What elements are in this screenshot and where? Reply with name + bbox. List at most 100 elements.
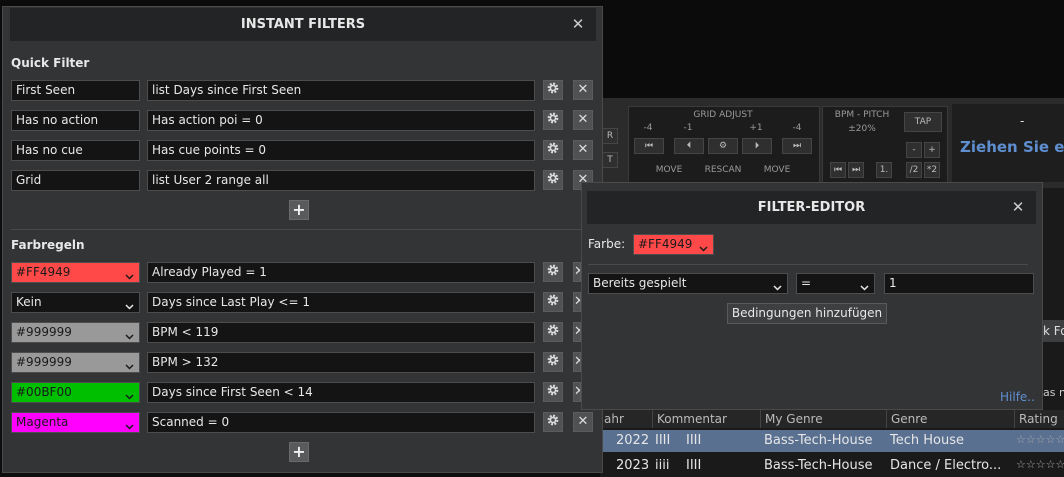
quick-filter-settings-button[interactable] — [543, 80, 563, 100]
half-bpm-button[interactable]: /2 — [906, 162, 922, 178]
move-button[interactable]: MOVE — [648, 165, 690, 175]
one-button[interactable]: 1. — [876, 162, 892, 178]
quick-filter-expression-input[interactable]: list User 2 range all — [147, 170, 535, 191]
color-rule-color-select[interactable]: #999999 — [11, 352, 140, 373]
rating-cell[interactable]: ☆☆☆☆☆ — [1016, 433, 1064, 446]
pitch-minus-button[interactable]: - — [906, 142, 922, 158]
value-input[interactable]: 1 — [884, 273, 1034, 294]
gear-icon — [546, 354, 560, 371]
close-icon: ✕ — [577, 112, 589, 127]
move-button[interactable]: MOVE — [756, 165, 798, 175]
filter-editor-titlebar[interactable]: FILTER-EDITOR ✕ — [587, 191, 1036, 224]
color-rule-color-value: #999999 — [16, 355, 72, 369]
column-year[interactable]: ahr — [600, 410, 652, 428]
close-icon: ✕ — [577, 414, 589, 429]
quick-filter-settings-button[interactable] — [543, 170, 563, 190]
color-rule-delete-button[interactable]: ✕ — [573, 352, 581, 372]
close-icon[interactable]: ✕ — [568, 8, 588, 41]
pitch-plus-button[interactable]: + — [924, 142, 940, 158]
color-rule-delete-button[interactable]: ✕ — [573, 262, 581, 282]
quick-filter-delete-button[interactable]: ✕ — [573, 80, 593, 100]
genre-cell: Dance / Electro... — [890, 458, 1002, 473]
color-rule-expression-input[interactable]: BPM < 119 — [147, 322, 535, 343]
color-rule-expression-input[interactable]: Days since First Seen < 14 — [147, 382, 535, 403]
chevron-down-icon — [773, 280, 782, 299]
color-rule-color-select[interactable]: Kein — [11, 292, 140, 313]
close-icon: ✕ — [574, 354, 580, 369]
color-rule-color-select[interactable]: #999999 — [11, 322, 140, 343]
grid-shift-left-button[interactable]: ⏴ — [674, 138, 704, 154]
color-rule-expression-input[interactable]: Already Played = 1 — [147, 262, 535, 283]
color-rule-settings-button[interactable] — [543, 262, 563, 282]
year-cell: 2023 — [616, 458, 650, 473]
color-rule-settings-button[interactable] — [543, 322, 563, 342]
color-rule-delete-button[interactable]: ✕ — [573, 292, 581, 312]
gear-icon — [546, 172, 560, 189]
color-rule-delete-button[interactable]: ✕ — [573, 322, 581, 342]
quick-filter-settings-button[interactable] — [543, 110, 563, 130]
chevron-down-icon — [125, 299, 134, 318]
color-rule-settings-button[interactable] — [543, 412, 563, 432]
quick-filter-name-input[interactable]: Grid — [11, 170, 140, 191]
quick-filter-name-input[interactable]: First Seen — [11, 80, 140, 101]
partial-tab[interactable]: k Fo — [1043, 320, 1064, 342]
quick-filter-settings-button[interactable] — [543, 140, 563, 160]
color-rule-color-select[interactable]: Magenta — [11, 412, 140, 433]
rescan-button[interactable]: RESCAN — [700, 165, 746, 175]
color-rule-settings-button[interactable] — [543, 382, 563, 402]
color-rule-expression-input[interactable]: Days since Last Play <= 1 — [147, 292, 535, 313]
column-genre[interactable]: Genre — [886, 410, 1015, 428]
add-color-rule-button[interactable]: + — [289, 442, 309, 462]
quick-filter-expression-input[interactable]: Has action poi = 0 — [147, 110, 535, 131]
grid-shift-right-button[interactable]: ⏵ — [742, 138, 772, 154]
color-rule-settings-button[interactable] — [543, 292, 563, 312]
quick-filter-delete-button[interactable]: ✕ — [573, 140, 593, 160]
dialog-title: INSTANT FILTERS — [240, 17, 366, 32]
gear-icon — [546, 324, 560, 341]
side-button[interactable]: R — [602, 128, 618, 144]
grid-value: -4 — [792, 123, 802, 133]
operator-select[interactable]: = — [796, 273, 875, 294]
close-icon: ✕ — [574, 384, 580, 399]
add-condition-button[interactable]: Bedingungen hinzufügen — [727, 303, 887, 324]
color-rule-color-value: #FF4949 — [16, 265, 71, 279]
double-bpm-button[interactable]: *2 — [924, 162, 940, 178]
color-rule-color-select[interactable]: #FF4949 — [11, 262, 140, 283]
chevron-down-icon — [125, 419, 134, 438]
color-rule-expression-input[interactable]: Scanned = 0 — [147, 412, 535, 433]
grid-shift-right-fast-button[interactable]: ⏭ — [782, 138, 812, 154]
color-rule-delete-button[interactable]: ✕ — [573, 382, 581, 402]
color-rule-delete-button[interactable]: ✕ — [573, 412, 593, 432]
color-rule-color-select[interactable]: #00BF00 — [11, 382, 140, 403]
gear-icon — [546, 384, 560, 401]
skip-back-icon[interactable]: ⏮ — [830, 162, 846, 178]
column-rating[interactable]: Rating — [1014, 410, 1064, 428]
color-rule-color-value: #00BF00 — [16, 385, 72, 399]
tap-button[interactable]: TAP — [904, 112, 942, 132]
side-button[interactable]: T — [602, 152, 618, 168]
close-icon[interactable]: ✕ — [1008, 191, 1028, 224]
field-select[interactable]: Bereits gespielt — [588, 273, 788, 294]
year-cell: 2022 — [616, 433, 650, 448]
quick-filter-delete-button[interactable]: ✕ — [573, 110, 593, 130]
add-quick-filter-button[interactable]: + — [289, 200, 309, 220]
instant-filters-titlebar[interactable]: INSTANT FILTERS ✕ — [10, 8, 596, 41]
quick-filter-name-input[interactable]: Has no cue — [11, 140, 140, 161]
skip-forward-icon[interactable]: ⏭ — [848, 162, 864, 178]
color-select[interactable]: #FF4949 — [633, 234, 714, 255]
help-link[interactable]: Hilfe.. — [1000, 390, 1035, 404]
quick-filter-name-input[interactable]: Has no action — [11, 110, 140, 131]
field-value: Bereits gespielt — [593, 276, 687, 290]
column-my-genre[interactable]: My Genre — [760, 410, 887, 428]
grid-settings-button[interactable]: ⚙ — [708, 138, 738, 154]
color-rule-color-value: Magenta — [16, 415, 69, 429]
column-comment[interactable]: Kommentar — [652, 410, 761, 428]
rating-cell[interactable]: ☆☆☆☆☆ — [1016, 458, 1064, 471]
quick-filter-expression-input[interactable]: list Days since First Seen — [147, 80, 535, 101]
pitch-range[interactable]: ±20% — [830, 124, 894, 134]
color-rule-settings-button[interactable] — [543, 352, 563, 372]
chevron-down-icon — [125, 359, 134, 378]
grid-shift-left-fast-button[interactable]: ⏮ — [634, 138, 664, 154]
quick-filter-expression-input[interactable]: Has cue points = 0 — [147, 140, 535, 161]
color-rule-expression-input[interactable]: BPM > 132 — [147, 352, 535, 373]
